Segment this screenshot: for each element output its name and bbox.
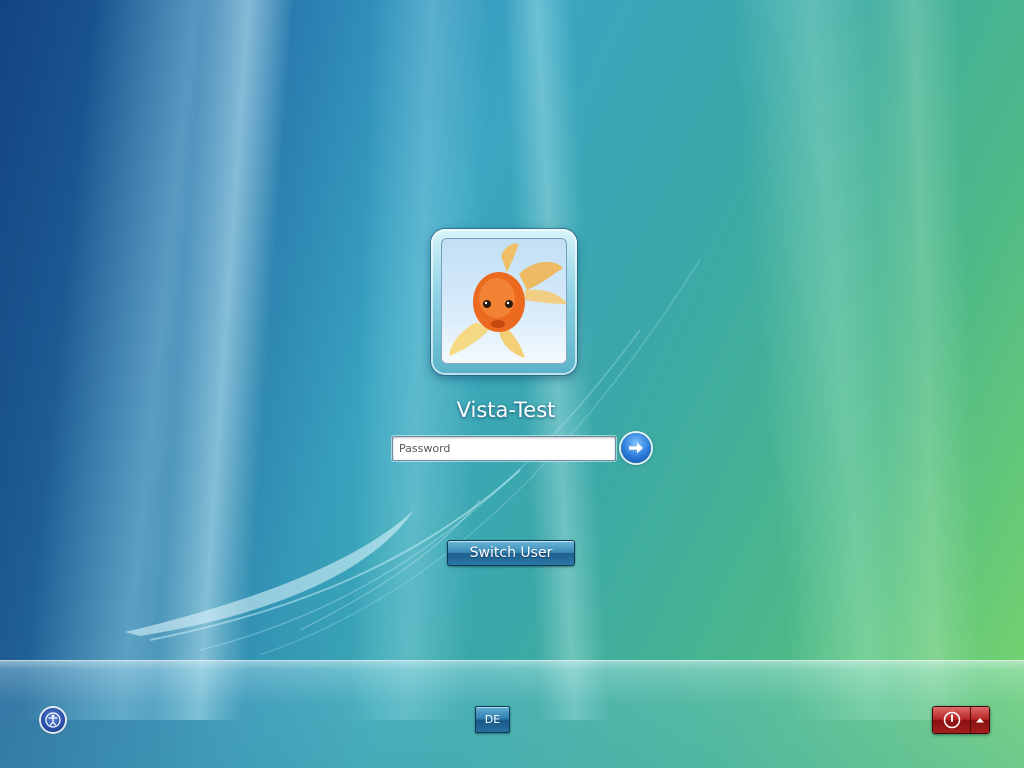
input-language-button[interactable]: DE [475,706,510,733]
power-button-group [932,706,990,734]
password-input[interactable] [392,436,616,461]
arrow-right-icon [629,442,643,454]
light-streak [726,0,954,720]
goldfish-picture [449,243,567,358]
bottom-band [0,660,1024,768]
submit-button[interactable] [621,433,651,463]
light-streak [153,0,297,720]
ease-of-access-button[interactable] [41,708,65,732]
background-shade [0,0,380,768]
power-icon [943,711,960,729]
user-name: Vista-Test [456,398,556,422]
light-streak [20,0,300,720]
switch-user-label: Switch User [469,545,553,561]
shutdown-button[interactable] [933,707,971,733]
switch-user-button[interactable]: Switch User [447,540,575,566]
shutdown-options-button[interactable] [971,707,989,733]
light-streak [866,0,984,720]
input-language-label: DE [484,713,501,726]
logon-screen: Vista-Test Switch User DE [0,0,1024,768]
ease-of-access-icon [45,712,61,728]
user-avatar [441,238,567,364]
user-avatar-frame [431,229,577,375]
chevron-up-icon [976,718,984,723]
background-swoosh [125,259,701,656]
